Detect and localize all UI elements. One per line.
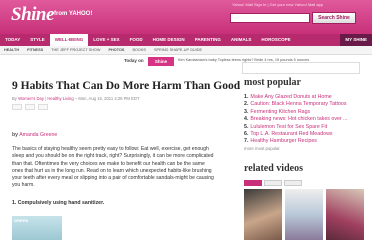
nav-item-animals[interactable]: ANIMALS (226, 34, 257, 46)
subnav-item-photos[interactable]: PHOTOS (104, 46, 128, 54)
video-tab[interactable] (244, 180, 262, 186)
video-thumbnails (244, 189, 364, 240)
list-item-number: 6. (244, 131, 249, 138)
video-tabs (244, 180, 302, 186)
nav-item-today[interactable]: TODAY (0, 34, 25, 46)
byline-section-link[interactable]: Healthy Living (47, 96, 73, 101)
list-item-number: 1. (244, 94, 249, 100)
subnav-item-fitness[interactable]: FITNESS (23, 46, 47, 54)
list-item-text[interactable]: Lululemon Test for Sex Spare Fit (250, 124, 327, 130)
search-input[interactable] (230, 13, 310, 23)
list-item[interactable]: 4. Breaking news: Hot chicken takes over … (244, 116, 370, 123)
list-item[interactable]: 6. Top L.A. Restaurant Red Meadows (244, 131, 370, 138)
nav-item-well-being[interactable]: WELL-BEING (49, 34, 89, 46)
byline-date: Mon, Aug 15, 2011 4:26 PM EDT (78, 96, 140, 101)
site-header: Shine from YAHOO! Yahoo! Mail Sign In | … (0, 0, 372, 34)
video-thumbnail[interactable] (326, 189, 364, 240)
nav-item-food[interactable]: FOOD (125, 34, 148, 46)
subnav-item-books[interactable]: BOOKS (128, 46, 150, 54)
list-item-number: 3. (244, 108, 249, 115)
list-item[interactable]: 1. Make Any Glazed Donuts at Home (244, 94, 370, 101)
list-item-text[interactable]: Fermenting Kitchen Rags (250, 109, 310, 115)
list-item-text[interactable]: Breaking news: Hot chicken takes over ..… (250, 116, 347, 122)
subnav-item-spring-guide[interactable]: SPRING SHAPE-UP GUIDE (150, 46, 206, 54)
article-body: The basics of staying healthy seem prett… (12, 146, 214, 189)
search-button[interactable]: Search Shine (312, 12, 356, 24)
most-popular-list: 1. Make Any Glazed Donuts at Home 2. Cauti… (244, 94, 370, 146)
video-tab[interactable] (264, 180, 282, 186)
nav-item-style[interactable]: STYLE (25, 34, 50, 46)
image-caption: GREEN (14, 218, 29, 223)
list-item-number: 5. (244, 123, 249, 130)
list-item[interactable]: 5. Lululemon Test for Sex Spare Fit (244, 124, 370, 131)
main-nav: TODAY STYLE WELL-BEING LOVE + SEX FOOD H… (0, 34, 372, 46)
shine-logo[interactable]: Shine (11, 4, 54, 26)
list-item-number: 2. (244, 101, 249, 108)
nav-item-love-sex[interactable]: LOVE + SEX (88, 34, 124, 46)
more-most-popular-link[interactable]: more most popular (244, 146, 280, 151)
nav-item-horoscope[interactable]: HOROSCOPE (256, 34, 295, 46)
subnav-item-jeff-project[interactable]: THE JEFF PROJECT SHOW (47, 46, 104, 54)
list-item-text[interactable]: Top L.A. Restaurant Red Meadows (250, 131, 332, 137)
list-item-number: 4. (244, 116, 249, 123)
list-item-number: 7. (244, 138, 249, 145)
article-subhead: 1. Compulsively using hand sanitizer. (12, 200, 105, 206)
sub-nav: HEALTH FITNESS THE JEFF PROJECT SHOW PHO… (0, 46, 372, 55)
author-prefix: by (12, 132, 19, 138)
byline-prefix: By (12, 96, 17, 101)
nav-item-my-shine[interactable]: MY SHINE (340, 34, 372, 46)
subnav-item-health[interactable]: HEALTH (0, 46, 23, 54)
article-title: 9 Habits That Can Do More Harm Than Good (12, 80, 241, 92)
nav-item-parenting[interactable]: PARENTING (190, 34, 226, 46)
nav-item-home-design[interactable]: HOME DESIGN (148, 34, 190, 46)
list-item[interactable]: 3. Fermenting Kitchen Rags (244, 109, 370, 116)
list-item[interactable]: 2. Caution: Black Henna Temporary Tattoos (244, 101, 370, 108)
article-author: by Amanda Greene (12, 132, 57, 138)
tweet-button[interactable] (25, 104, 35, 110)
list-item[interactable]: 7. Healthy Hamburger Recipes (244, 138, 370, 145)
list-item-text[interactable]: Healthy Hamburger Recipes (250, 138, 317, 144)
list-item-text[interactable]: Caution: Black Henna Temporary Tattoos (250, 101, 346, 107)
video-thumbnail[interactable] (244, 189, 282, 240)
byline-source-link[interactable]: Women's Day (18, 96, 44, 101)
related-videos-title: related videos (244, 163, 303, 174)
email-button[interactable] (38, 104, 48, 110)
most-popular-title: most popular (244, 77, 301, 88)
shine-badge: Shine (148, 57, 174, 66)
today-label: Today on (124, 58, 144, 63)
like-button[interactable] (12, 104, 22, 110)
top-links[interactable]: Yahoo! Mail Sign In | Get your new Yahoo… (232, 2, 323, 7)
share-buttons (12, 104, 48, 110)
yahoo-logo: from YAHOO! (54, 11, 93, 17)
video-thumbnail[interactable] (285, 189, 323, 240)
article-byline: By Women's Day | Healthy Living – Mon, A… (12, 96, 140, 101)
author-link[interactable]: Amanda Greene (19, 132, 57, 138)
ad-box[interactable] (242, 62, 360, 74)
list-item-text[interactable]: Make Any Glazed Donuts at Home (250, 94, 331, 100)
video-tab[interactable] (284, 180, 302, 186)
